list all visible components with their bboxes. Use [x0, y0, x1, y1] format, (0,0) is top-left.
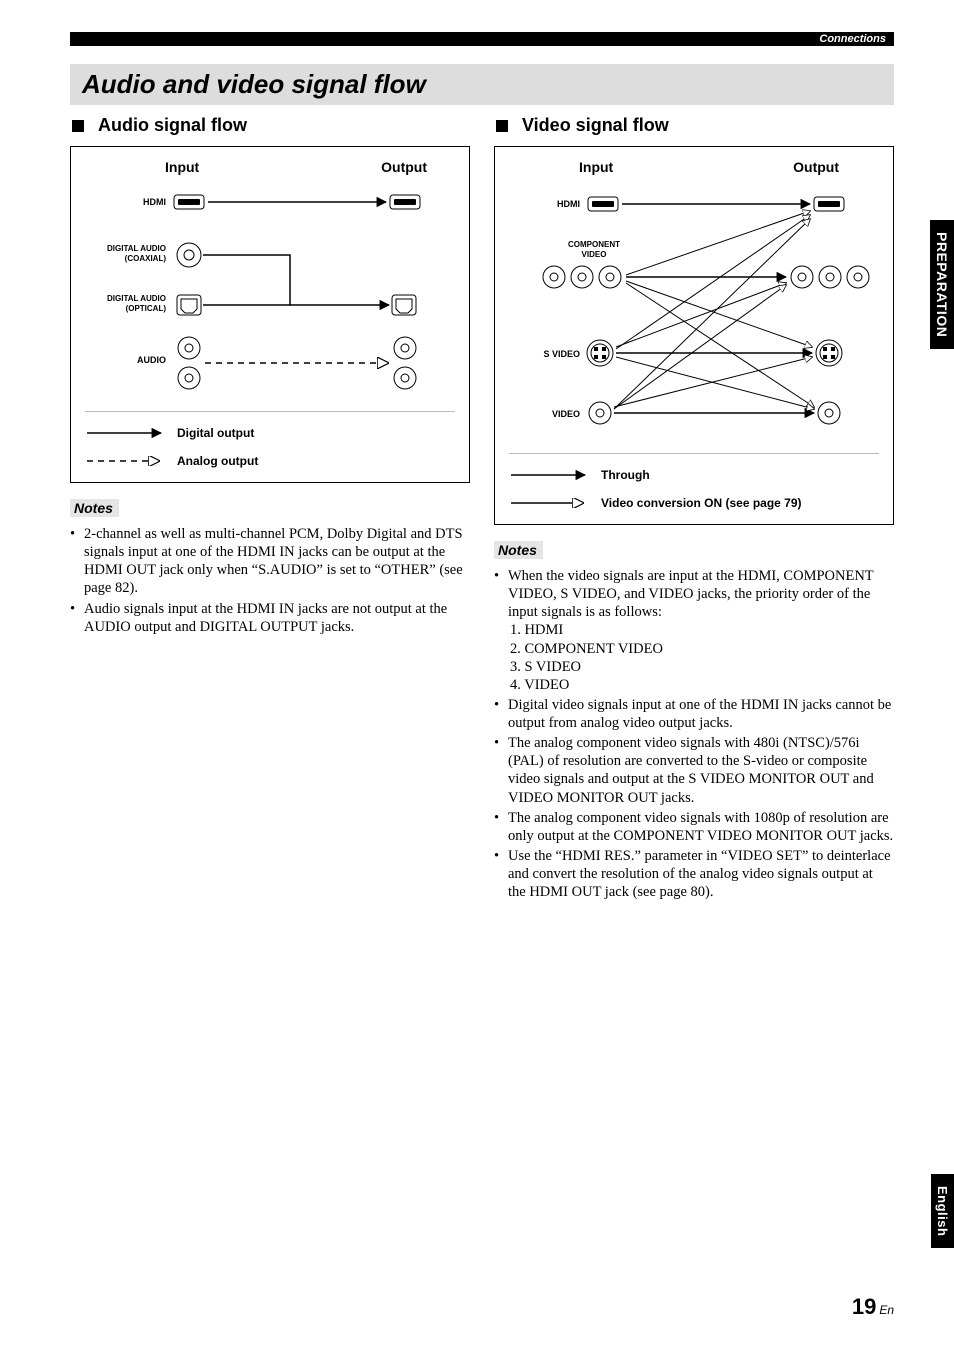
- header-section-label: Connections: [819, 32, 886, 46]
- svg-text:(COAXIAL): (COAXIAL): [125, 254, 167, 263]
- audio-notes-list: 2-channel as well as multi-channel PCM, …: [70, 525, 470, 636]
- note-item: The analog component video signals with …: [494, 809, 894, 845]
- svg-text:DIGITAL AUDIO: DIGITAL AUDIO: [107, 244, 166, 253]
- section-title-bar: Audio and video signal flow: [70, 64, 894, 105]
- bullet-icon: [496, 120, 508, 132]
- audio-diagram: Input Output HDMI DIGITAL AUDIO: [70, 146, 470, 483]
- priority-item: 4. VIDEO: [510, 676, 894, 694]
- side-tab-preparation: PREPARATION: [930, 220, 954, 349]
- solid-arrow-icon: [509, 470, 589, 480]
- bullet-icon: [72, 120, 84, 132]
- note-item: When the video signals are input at the …: [494, 567, 894, 694]
- col-output: Output: [793, 159, 839, 175]
- page-number: 19: [852, 1294, 876, 1319]
- video-notes-list: When the video signals are input at the …: [494, 567, 894, 901]
- legend-analog: Analog output: [177, 454, 258, 468]
- optical-in-icon: [177, 295, 201, 315]
- audio-notes-label: Notes: [70, 499, 119, 517]
- video-legend: Through Video conversion ON (see page 79…: [509, 453, 879, 510]
- audio-heading: Audio signal flow: [98, 115, 247, 136]
- video-diagram: Input Output HDMI COMPONENT VIDEO S VIDE…: [494, 146, 894, 525]
- legend-digital: Digital output: [177, 426, 254, 440]
- lbl-audio: AUDIO: [137, 355, 166, 365]
- svg-text:(OPTICAL): (OPTICAL): [126, 304, 167, 313]
- svg-text:VIDEO: VIDEO: [552, 409, 580, 419]
- video-flow-svg: HDMI COMPONENT VIDEO S VIDEO VIDEO: [509, 185, 879, 445]
- svg-text:S VIDEO: S VIDEO: [543, 349, 580, 359]
- svg-text:HDMI: HDMI: [557, 199, 580, 209]
- svg-text:DIGITAL AUDIO: DIGITAL AUDIO: [107, 294, 166, 303]
- audio-flow-svg: HDMI DIGITAL AUDIO (COAXIAL) DIGITAL AUD…: [85, 183, 455, 403]
- audio-heading-row: Audio signal flow: [70, 115, 470, 136]
- analog-in-icon: [178, 337, 200, 389]
- page-suffix: En: [879, 1303, 894, 1317]
- analog-out-icon: [394, 337, 416, 389]
- col-input: Input: [579, 159, 613, 175]
- video-notes-label: Notes: [494, 541, 543, 559]
- page-title: Audio and video signal flow: [82, 69, 426, 99]
- legend-convert: Video conversion ON (see page 79): [601, 496, 802, 510]
- col-output: Output: [381, 159, 427, 175]
- note-item: Digital video signals input at one of th…: [494, 696, 894, 732]
- note-item: Use the “HDMI RES.” parameter in “VIDEO …: [494, 847, 894, 901]
- coax-in-icon: [177, 243, 201, 267]
- svg-text:VIDEO: VIDEO: [582, 250, 607, 259]
- hdmi-out-icon: [390, 195, 420, 209]
- open-arrow-icon: [509, 498, 589, 508]
- side-tab-english: English: [931, 1174, 954, 1248]
- lbl-hdmi: HDMI: [143, 197, 166, 207]
- svg-text:COMPONENT: COMPONENT: [568, 240, 620, 249]
- audio-legend: Digital output Analog output: [85, 411, 455, 468]
- legend-through: Through: [601, 468, 650, 482]
- video-heading: Video signal flow: [522, 115, 669, 136]
- header-rule: Connections: [70, 32, 894, 46]
- note-item: 2-channel as well as multi-channel PCM, …: [70, 525, 470, 598]
- dashed-arrow-icon: [85, 456, 165, 466]
- priority-item: 1. HDMI: [510, 621, 894, 639]
- optical-out-icon: [392, 295, 416, 315]
- note-item: The analog component video signals with …: [494, 734, 894, 807]
- priority-item: 3. S VIDEO: [510, 658, 894, 676]
- video-heading-row: Video signal flow: [494, 115, 894, 136]
- priority-item: 2. COMPONENT VIDEO: [510, 640, 894, 658]
- hdmi-in-icon: [174, 195, 204, 209]
- page-footer: 19En: [852, 1294, 894, 1320]
- solid-arrow-icon: [85, 428, 165, 438]
- note-item: Audio signals input at the HDMI IN jacks…: [70, 600, 470, 636]
- col-input: Input: [165, 159, 199, 175]
